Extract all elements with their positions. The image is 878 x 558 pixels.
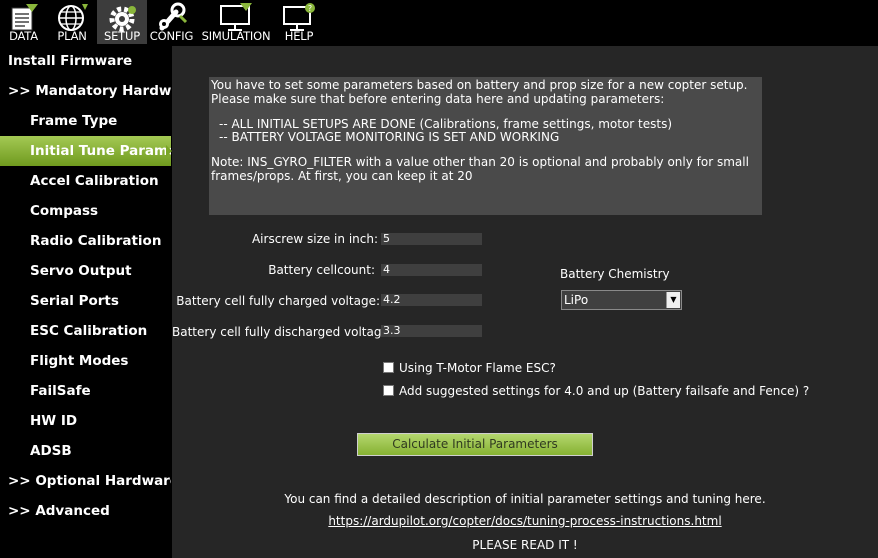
sidebar-item-compass[interactable]: Compass [0,196,171,226]
charged-voltage-input[interactable]: 4.2 [381,294,482,306]
info-line: -- BATTERY VOLTAGE MONITORING IS SET AND… [219,130,560,144]
battery-chemistry-select[interactable]: LiPo ▼ [561,290,682,310]
top-toolbar: DATA PLAN SETUP CONFIG SIMULATION ? HELP [0,0,878,44]
toolbar-setup-button[interactable]: SETUP [97,0,147,44]
tuning-instructions-link[interactable]: https://ardupilot.org/copter/docs/tuning… [328,514,721,528]
sidebar-item-servo-output[interactable]: Servo Output [0,256,171,286]
battery-chemistry-value: LiPo [564,293,589,307]
sidebar-item-esc-calibration[interactable]: ESC Calibration [0,316,171,346]
calculate-initial-parameters-button[interactable]: Calculate Initial Parameters [357,433,593,456]
toolbar-data-label: DATA [9,29,38,43]
sidebar-item-accel-calibration[interactable]: Accel Calibration [0,166,171,196]
charged-voltage-label: Battery cell fully charged voltage: [176,294,380,308]
help-monitor-icon: ? [283,3,315,31]
toolbar-help-label: HELP [284,29,314,43]
toolbar-simulation-button[interactable]: SIMULATION [196,0,276,44]
info-line: Please make sure that before entering da… [211,92,665,106]
setup-gear-icon [109,6,136,32]
config-wrench-icon [158,2,187,31]
toolbar-config-button[interactable]: CONFIG [147,0,196,44]
toolbar-simulation-label: SIMULATION [201,29,271,43]
sidebar-item-failsafe[interactable]: FailSafe [0,376,171,406]
sidebar-item-frame-type[interactable]: Frame Type [0,106,171,136]
airscrew-size-input[interactable]: 5 [381,233,482,245]
chevron-down-icon[interactable]: ▼ [666,292,680,308]
info-line: Note: INS_GYRO_FILTER with a value other… [211,155,749,169]
sidebar-item-serial-ports[interactable]: Serial Ports [0,286,171,316]
sidebar-item-mandatory-hardware[interactable]: >> Mandatory Hardware [0,76,171,106]
tmotor-checkbox[interactable] [383,362,394,373]
battery-cellcount-input[interactable]: 4 [381,264,482,276]
sidebar-item-advanced[interactable]: >> Advanced [0,496,171,526]
battery-cellcount-label: Battery cellcount: [268,263,375,277]
sidebar-item-adsb[interactable]: ADSB [0,436,171,466]
main-panel: You have to set some parameters based on… [172,46,878,558]
data-icon [11,4,38,31]
toolbar-data-button[interactable]: DATA [0,0,47,44]
toolbar-setup-label: SETUP [104,29,140,43]
simulation-monitor-icon [220,3,252,31]
footer-link-row: https://ardupilot.org/copter/docs/tuning… [172,514,878,528]
battery-chemistry-label: Battery Chemistry [560,267,670,281]
footer-note: PLEASE READ IT ! [472,538,578,552]
sidebar-item-optional-hardware[interactable]: >> Optional Hardware [0,466,171,496]
sidebar-item-install-firmware[interactable]: Install Firmware [0,46,171,76]
sidebar-item-radio-calibration[interactable]: Radio Calibration [0,226,171,256]
sidebar-item-hw-id[interactable]: HW ID [0,406,171,436]
footer-description: You can find a detailed description of i… [284,492,766,506]
tmotor-checkbox-label: Using T-Motor Flame ESC? [399,361,556,375]
tmotor-checkbox-row[interactable]: Using T-Motor Flame ESC? [383,361,683,375]
suggested-settings-checkbox-label: Add suggested settings for 4.0 and up (B… [399,384,810,398]
sidebar-item-initial-tune-parameters[interactable]: Initial Tune Paramet [0,136,171,166]
discharged-voltage-input[interactable]: 3.3 [381,325,482,337]
toolbar-help-button[interactable]: ? HELP [276,0,322,44]
info-panel: You have to set some parameters based on… [209,77,762,215]
info-line: You have to set some parameters based on… [211,78,748,92]
info-line: -- ALL INITIAL SETUPS ARE DONE (Calibrat… [219,117,673,131]
sidebar-item-flight-modes[interactable]: Flight Modes [0,346,171,376]
toolbar-config-label: CONFIG [149,29,194,43]
suggested-settings-checkbox[interactable] [383,385,394,396]
plan-globe-icon [58,4,88,31]
airscrew-size-label: Airscrew size in inch: [251,232,378,246]
toolbar-plan-button[interactable]: PLAN [47,0,97,44]
info-line: frames/props. At first, you can keep it … [211,169,473,183]
svg-text:?: ? [308,4,312,13]
suggested-settings-checkbox-row[interactable]: Add suggested settings for 4.0 and up (B… [383,384,809,398]
setup-sidebar: Install Firmware >> Mandatory Hardware F… [0,46,172,558]
discharged-voltage-label: Battery cell fully discharged voltage: [172,325,393,339]
toolbar-plan-label: PLAN [57,29,87,43]
